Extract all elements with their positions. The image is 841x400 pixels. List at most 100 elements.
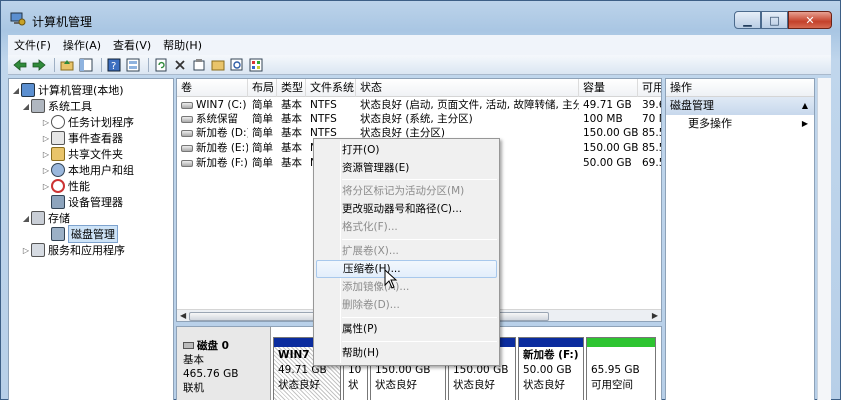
tree-item-services-applications[interactable]: ▷ 服务和应用程序 [21, 242, 125, 258]
menu-separator [342, 317, 497, 318]
delete-icon[interactable] [172, 57, 188, 73]
collapsed-arrow-icon[interactable]: ▷ [41, 166, 51, 175]
column-header-layout[interactable]: 布局 [248, 79, 277, 97]
computer-icon [21, 83, 35, 97]
tree-item-local-users-groups[interactable]: ▷ 本地用户和组 [41, 162, 134, 178]
menu-separator [342, 239, 497, 240]
tree-item-performance[interactable]: ▷ 性能 [41, 178, 90, 194]
actions-pane: 操作 磁盘管理 ▲ 更多操作 ▶ [665, 78, 815, 400]
collapse-up-icon[interactable]: ▲ [802, 97, 808, 115]
column-header-capacity[interactable]: 容量 [579, 79, 638, 97]
show-tree-icon[interactable] [78, 57, 94, 73]
menu-item-add-mirror[interactable]: 添加镜像(A)... [316, 278, 497, 296]
toolbar-separator [54, 57, 55, 72]
computer-management-window: 计算机管理 ▁ □ ✕ 文件(F) 操作(A) 查看(V) 帮助(H) ? ◢ … [0, 0, 841, 400]
expanded-arrow-icon[interactable]: ◢ [11, 86, 21, 95]
tree-item-shared-folders[interactable]: ▷ 共享文件夹 [41, 146, 123, 162]
menu-action[interactable]: 操作(A) [57, 37, 107, 53]
tree-item-event-viewer[interactable]: ▷ 事件查看器 [41, 130, 123, 146]
collapsed-arrow-icon[interactable]: ▷ [41, 118, 51, 127]
table-row[interactable]: 系统保留 简单 基本 NTFS 状态良好 (系统, 主分区) 100 MB 70… [177, 112, 661, 127]
tree-item-device-manager[interactable]: 设备管理器 [41, 194, 123, 210]
close-button[interactable]: ✕ [788, 11, 832, 29]
submenu-arrow-icon: ▶ [801, 119, 808, 128]
tree-item-system-tools[interactable]: ◢ 系统工具 [21, 98, 92, 114]
export-icon[interactable] [248, 57, 264, 73]
caption-buttons: ▁ □ ✕ [734, 11, 832, 29]
actions-section-disk-management[interactable]: 磁盘管理 ▲ [666, 97, 814, 115]
actions-title: 操作 [666, 79, 814, 97]
event-viewer-icon [51, 131, 65, 145]
column-header-volume[interactable]: 卷 [177, 79, 248, 97]
partition-free-space[interactable]: 65.95 GB 可用空间 [586, 337, 656, 400]
window-right-edge [817, 78, 831, 400]
menu-item-format[interactable]: 格式化(F)... [316, 218, 497, 236]
window-title: 计算机管理 [32, 15, 93, 29]
menu-bar: 文件(F) 操作(A) 查看(V) 帮助(H) [8, 35, 831, 55]
computer-management-icon [10, 12, 26, 26]
disk-type: 基本 [183, 354, 204, 366]
scroll-right-icon[interactable]: ▶ [652, 311, 658, 320]
table-row[interactable]: WIN7 (C:) 简单 基本 NTFS 状态良好 (启动, 页面文件, 活动,… [177, 98, 661, 113]
menu-item-shrink-volume[interactable]: 压缩卷(H)... [316, 260, 497, 278]
collapsed-arrow-icon[interactable]: ▷ [21, 246, 31, 255]
tree-item-task-scheduler[interactable]: ▷ 任务计划程序 [41, 114, 134, 130]
tree-item-disk-management[interactable]: 磁盘管理 [41, 225, 118, 243]
tree-item-computer-management[interactable]: ◢ 计算机管理(本地) [11, 82, 124, 98]
help-icon[interactable]: ? [106, 57, 122, 73]
minimize-button[interactable]: ▁ [734, 11, 761, 29]
users-icon [51, 163, 65, 177]
open-folder-icon[interactable] [210, 57, 226, 73]
menu-help[interactable]: 帮助(H) [157, 37, 208, 53]
collapsed-arrow-icon[interactable]: ▷ [41, 134, 51, 143]
console-icon[interactable] [125, 57, 141, 73]
volume-icon [181, 159, 193, 167]
menu-item-delete-volume[interactable]: 删除卷(D)... [316, 296, 497, 314]
forward-icon[interactable] [31, 57, 47, 73]
disk-0-label[interactable]: 磁盘 0 基本 465.76 GB 联机 [177, 327, 271, 400]
volume-icon [181, 129, 193, 137]
shared-folder-icon [51, 147, 65, 161]
search-icon[interactable] [229, 57, 245, 73]
context-menu: 打开(O) 资源管理器(E) 将分区标记为活动分区(M) 更改驱动器号和路径(C… [313, 138, 500, 366]
storage-icon [31, 211, 45, 225]
volume-icon [181, 115, 193, 123]
expanded-arrow-icon[interactable]: ◢ [21, 102, 31, 111]
menu-view[interactable]: 查看(V) [107, 37, 157, 53]
column-header-free[interactable]: 可用 [638, 79, 661, 97]
menu-item-extend-volume[interactable]: 扩展卷(X)... [316, 242, 497, 260]
device-manager-icon [51, 195, 65, 209]
collapsed-arrow-icon[interactable]: ▷ [41, 182, 51, 191]
disk-management-icon [51, 227, 65, 241]
svg-text:?: ? [111, 61, 116, 72]
navigation-tree: ◢ 计算机管理(本地) ◢ 系统工具 ▷ 任务计划程序 ▷ 事件查看器 ▷ 共享… [8, 78, 174, 400]
menu-item-change-drive-letter[interactable]: 更改驱动器号和路径(C)... [316, 200, 497, 218]
tools-icon [31, 99, 45, 113]
menu-separator [342, 341, 497, 342]
up-folder-icon[interactable] [59, 57, 75, 73]
column-header-type[interactable]: 类型 [277, 79, 306, 97]
tree-item-storage[interactable]: ◢ 存储 [21, 210, 70, 226]
more-actions-item[interactable]: 更多操作 ▶ [666, 115, 814, 133]
menu-item-mark-active[interactable]: 将分区标记为活动分区(M) [316, 182, 497, 200]
menu-item-open[interactable]: 打开(O) [316, 141, 497, 159]
toolbar: ? [8, 55, 831, 75]
refresh-icon[interactable] [153, 57, 169, 73]
expanded-arrow-icon[interactable]: ◢ [21, 214, 31, 223]
collapsed-arrow-icon[interactable]: ▷ [41, 150, 51, 159]
menu-item-explorer[interactable]: 资源管理器(E) [316, 159, 497, 177]
menu-item-help[interactable]: 帮助(H) [316, 344, 497, 362]
menu-item-properties[interactable]: 属性(P) [316, 320, 497, 338]
menu-separator [342, 179, 497, 180]
scroll-left-icon[interactable]: ◀ [180, 311, 186, 320]
menu-file[interactable]: 文件(F) [8, 37, 57, 53]
properties-icon[interactable] [191, 57, 207, 73]
title-bar[interactable]: 计算机管理 ▁ □ ✕ [1, 1, 840, 34]
disk-size: 465.76 GB [183, 368, 239, 380]
back-icon[interactable] [12, 57, 28, 73]
partition-f[interactable]: 新加卷 (F:) 50.00 GB 状态良好 [518, 337, 584, 400]
clock-icon [51, 115, 65, 129]
maximize-button[interactable]: □ [761, 11, 788, 29]
column-header-status[interactable]: 状态 [356, 79, 579, 97]
column-header-filesystem[interactable]: 文件系统 [306, 79, 356, 97]
